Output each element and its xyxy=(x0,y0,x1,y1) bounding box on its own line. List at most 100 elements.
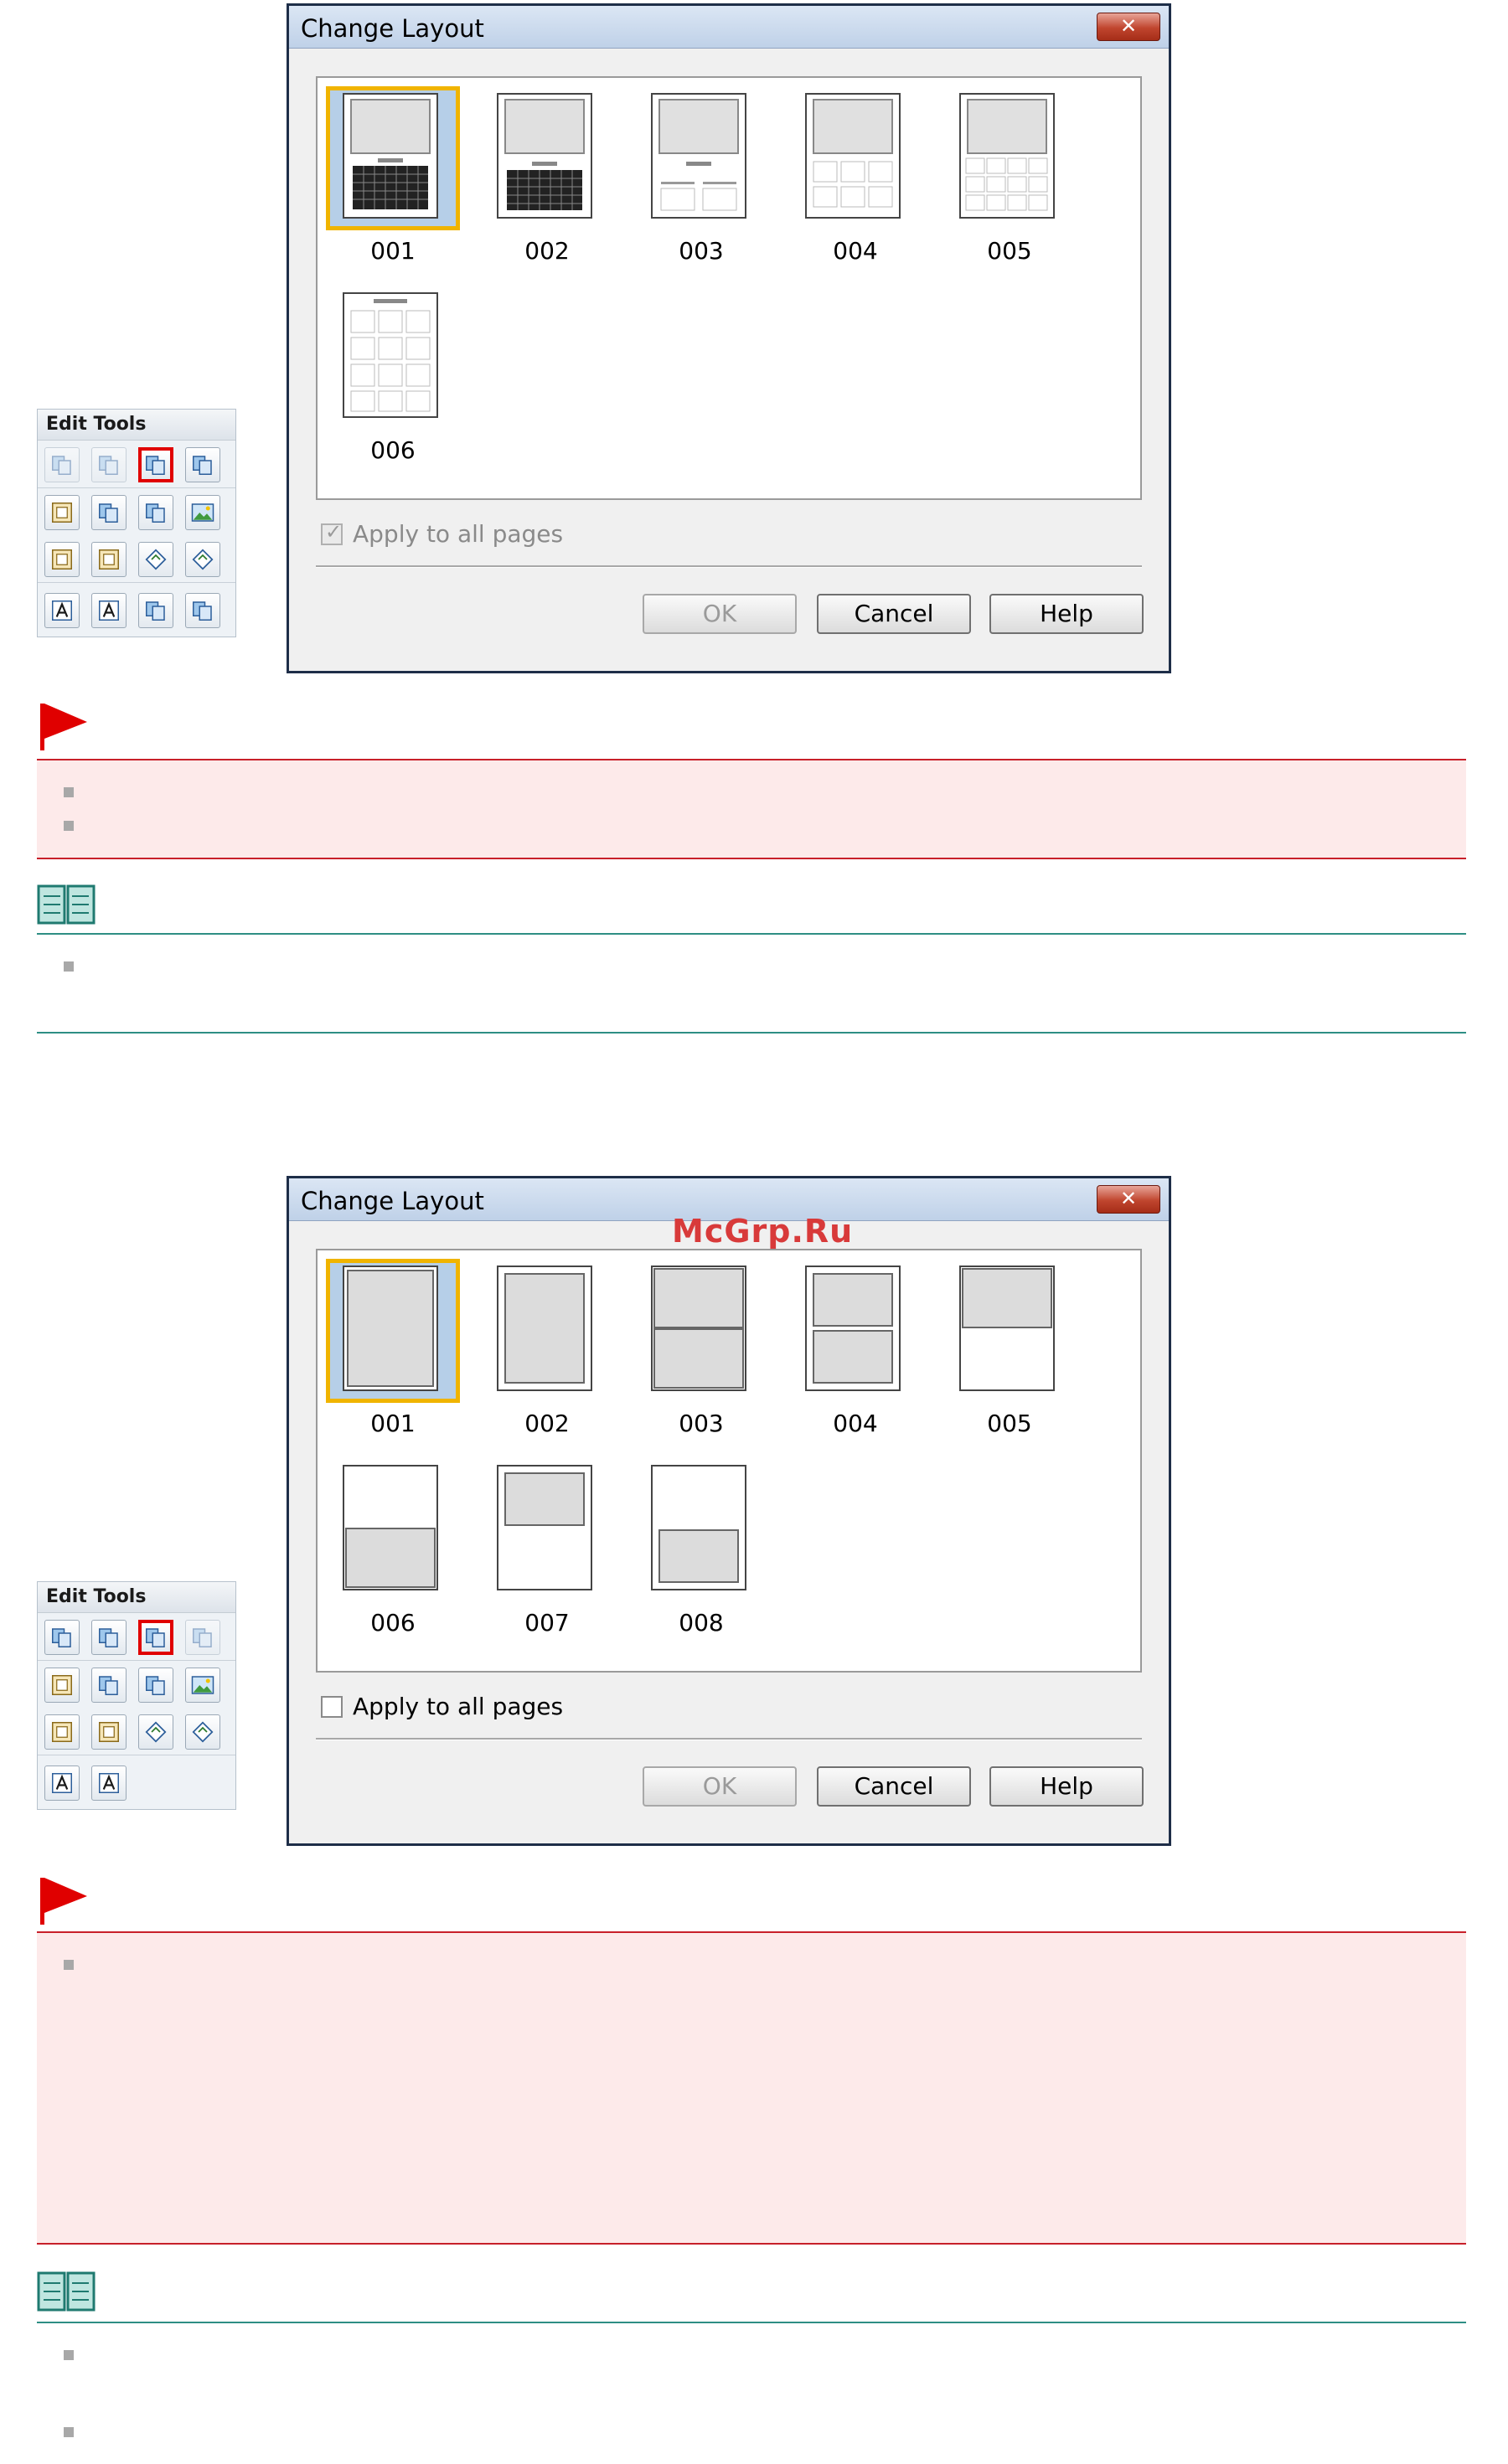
crop-icon xyxy=(49,547,75,572)
tool-button[interactable] xyxy=(44,593,80,628)
layers-icon xyxy=(49,1625,75,1650)
apply-all-checkbox[interactable]: ✓ xyxy=(321,520,343,545)
layout-option[interactable]: 005 xyxy=(937,81,1082,274)
tool-button[interactable] xyxy=(138,495,173,530)
ok-button[interactable]: OK xyxy=(643,594,797,634)
correct-icon xyxy=(190,547,215,572)
help-button[interactable]: Help xyxy=(989,1766,1144,1807)
close-icon[interactable]: ✕ xyxy=(1097,1185,1160,1214)
layout-option[interactable]: 006 xyxy=(321,281,465,473)
layout-option[interactable]: 002 xyxy=(475,1254,619,1446)
layout-option[interactable]: 008 xyxy=(629,1453,773,1646)
layout-label: 005 xyxy=(987,1410,1032,1437)
tool-button[interactable] xyxy=(138,542,173,577)
calendar-layout-thumbnail xyxy=(813,99,893,208)
tool-button[interactable] xyxy=(185,447,220,482)
close-icon[interactable]: ✕ xyxy=(1097,13,1160,41)
shape-icon xyxy=(143,1719,168,1745)
page-layout-thumbnail xyxy=(653,1268,744,1389)
caution-box xyxy=(37,759,1466,859)
image-frame-icon xyxy=(49,500,75,525)
ok-button[interactable]: OK xyxy=(643,1766,797,1807)
cancel-button[interactable]: Cancel xyxy=(817,1766,971,1807)
layout-label: 007 xyxy=(524,1609,570,1637)
tool-button[interactable] xyxy=(44,542,80,577)
apply-all-checkbox[interactable] xyxy=(321,1696,343,1718)
tool-button[interactable] xyxy=(91,1668,127,1703)
tool-button[interactable] xyxy=(185,1668,220,1703)
tool-button[interactable] xyxy=(138,1714,173,1750)
arrange-icon xyxy=(143,1673,168,1698)
layout-option[interactable]: 002 xyxy=(475,81,619,274)
bullet xyxy=(64,787,74,797)
layout-label: 002 xyxy=(524,1410,570,1437)
note-book-icon xyxy=(37,2271,96,2312)
correct-icon xyxy=(190,1719,215,1745)
note-book-icon xyxy=(37,884,96,925)
frame-icon xyxy=(96,547,121,572)
layout-option[interactable]: 001 xyxy=(321,81,465,274)
layout-option[interactable]: 003 xyxy=(629,81,773,274)
tool-button[interactable] xyxy=(44,1714,80,1750)
frame-icon xyxy=(96,1719,121,1745)
layout-icon xyxy=(143,452,168,477)
layout-label: 006 xyxy=(370,1609,416,1637)
layout-list: 001 002 003 004 005 006 007 008 xyxy=(316,1249,1142,1673)
tool-button[interactable] xyxy=(185,1714,220,1750)
tool-button[interactable] xyxy=(91,1620,127,1655)
crop-icon xyxy=(49,1719,75,1745)
layout-option[interactable]: 005 xyxy=(937,1254,1082,1446)
layout-label: 008 xyxy=(679,1609,724,1637)
tool-button[interactable] xyxy=(185,593,220,628)
tool-button[interactable] xyxy=(91,495,127,530)
dialog-title: Change Layout xyxy=(301,1187,484,1215)
tool-button[interactable] xyxy=(44,1668,80,1703)
tool-button[interactable] xyxy=(91,447,127,482)
page-layout-thumbnail xyxy=(504,1472,585,1526)
tool-button[interactable] xyxy=(44,447,80,482)
calendar-layout-thumbnail xyxy=(350,99,431,209)
edit-tools-palette: Edit Tools xyxy=(37,409,236,637)
note-box xyxy=(37,933,1466,1034)
apply-all-label[interactable]: Apply to all pages xyxy=(353,1693,563,1720)
palette-title: Edit Tools xyxy=(38,1582,235,1613)
page-layout-thumbnail xyxy=(347,1270,434,1387)
layout-option[interactable]: 007 xyxy=(475,1453,619,1646)
tool-button[interactable] xyxy=(138,1668,173,1703)
calendar-layout-thumbnail xyxy=(965,99,1048,211)
calendar-layout-thumbnail xyxy=(504,99,585,210)
tool-button[interactable] xyxy=(91,542,127,577)
tool-button[interactable] xyxy=(44,495,80,530)
layout-option[interactable]: 006 xyxy=(321,1453,465,1646)
caution-flag-icon xyxy=(40,704,87,750)
tool-button[interactable] xyxy=(185,495,220,530)
tool-button[interactable] xyxy=(138,593,173,628)
tool-button[interactable] xyxy=(185,1620,220,1655)
shape-icon xyxy=(143,547,168,572)
tool-button[interactable] xyxy=(91,593,127,628)
layout-option[interactable]: 001 xyxy=(321,1254,465,1446)
cancel-button[interactable]: Cancel xyxy=(817,594,971,634)
arrange-icon xyxy=(143,500,168,525)
bullet xyxy=(64,961,74,972)
tool-button[interactable] xyxy=(185,542,220,577)
layout-icon xyxy=(143,1625,168,1650)
dialog-separator xyxy=(316,1738,1142,1740)
dialog-title: Change Layout xyxy=(301,14,484,43)
tool-button[interactable] xyxy=(91,1766,127,1801)
text-edit-icon xyxy=(96,1771,121,1796)
layout-option[interactable]: 003 xyxy=(629,1254,773,1446)
tool-button[interactable] xyxy=(44,1620,80,1655)
page-icon xyxy=(96,1625,121,1650)
layout-option[interactable]: 004 xyxy=(783,1254,927,1446)
help-button[interactable]: Help xyxy=(989,594,1144,634)
image-frame-icon xyxy=(49,1673,75,1698)
layout-option[interactable]: 004 xyxy=(783,81,927,274)
change-layout-button[interactable] xyxy=(138,447,173,482)
caution-flag-icon xyxy=(40,1878,87,1925)
change-layout-button[interactable] xyxy=(138,1620,173,1655)
tool-button[interactable] xyxy=(91,1714,127,1750)
picture-icon xyxy=(190,1673,215,1698)
dialog-titlebar: Change Layout ✕ xyxy=(289,6,1169,49)
tool-button[interactable] xyxy=(44,1766,80,1801)
